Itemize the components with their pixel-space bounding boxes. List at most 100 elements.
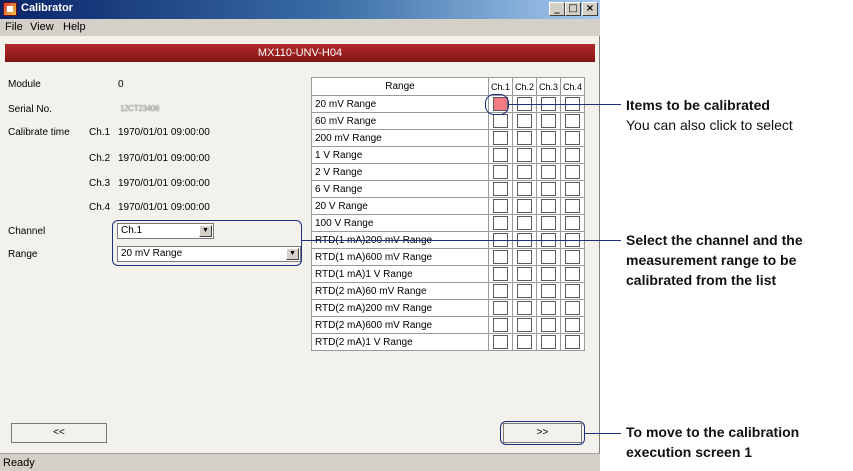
ch2-checkbox[interactable] [517, 284, 532, 298]
ch3-checkbox[interactable] [541, 165, 556, 179]
range-label: Range [8, 249, 38, 260]
channel-cell [512, 333, 537, 351]
ch2-checkbox[interactable] [517, 131, 532, 145]
ch4-checkbox[interactable] [565, 199, 580, 213]
ch2-checkbox[interactable] [517, 216, 532, 230]
channel-cell [488, 146, 513, 164]
minimize-button[interactable]: _ [549, 2, 565, 16]
ch1-checkbox[interactable] [493, 335, 508, 349]
channel-cell [536, 112, 561, 130]
ch1-checkbox[interactable] [493, 199, 508, 213]
calib-ch2-label: Ch.2 [89, 153, 111, 164]
ch3-checkbox[interactable] [541, 148, 556, 162]
channel-cell [488, 112, 513, 130]
ch2-checkbox[interactable] [517, 267, 532, 281]
back-button[interactable]: << [11, 423, 107, 443]
ch4-checkbox[interactable] [565, 318, 580, 332]
channel-cell [536, 163, 561, 181]
ch4-checkbox[interactable] [565, 250, 580, 264]
range-row: 1 V Range [311, 146, 585, 164]
calib-ch3-time: 1970/01/01 09:00:00 [118, 178, 210, 189]
channel-cell [536, 129, 561, 147]
ch3-checkbox[interactable] [541, 250, 556, 264]
range-row-name: 2 V Range [311, 163, 489, 181]
items-annotation-sub: You can also click to select [626, 117, 793, 133]
ch2-checkbox[interactable] [517, 199, 532, 213]
range-table: Range Ch.1 Ch.2 Ch.3 Ch.4 20 mV Range 60 … [311, 77, 585, 351]
channel-cell [560, 214, 585, 232]
range-table-header: Range Ch.1 Ch.2 Ch.3 Ch.4 [311, 77, 585, 96]
channel-cell [560, 146, 585, 164]
ch2-checkbox[interactable] [517, 114, 532, 128]
ch3-checkbox[interactable] [541, 182, 556, 196]
ch2-checkbox[interactable] [517, 335, 532, 349]
ch4-checkbox[interactable] [565, 165, 580, 179]
ch2-checkbox[interactable] [517, 148, 532, 162]
ch1-checkbox[interactable] [493, 148, 508, 162]
ch1-checkbox[interactable] [493, 182, 508, 196]
range-row: 200 mV Range [311, 129, 585, 147]
ch4-checkbox[interactable] [565, 216, 580, 230]
channel-cell [512, 112, 537, 130]
ch2-checkbox[interactable] [517, 182, 532, 196]
ch1-checkbox[interactable] [493, 114, 508, 128]
ch3-checkbox[interactable] [541, 335, 556, 349]
ch3-checkbox[interactable] [541, 114, 556, 128]
ch1-checkbox[interactable] [493, 131, 508, 145]
ch1-checkbox[interactable] [493, 267, 508, 281]
ch2-checkbox[interactable] [517, 165, 532, 179]
ch1-checkbox[interactable] [493, 301, 508, 315]
ch1-checkbox[interactable] [493, 216, 508, 230]
move-annotation: To move to the calibration execution scr… [626, 422, 799, 462]
ch4-checkbox[interactable] [565, 284, 580, 298]
select-annotation: Select the channel and the measurement r… [626, 230, 803, 290]
channel-cell [488, 282, 513, 300]
items-annotation: Items to be calibrated You can also clic… [626, 95, 793, 135]
channel-cell [560, 265, 585, 283]
range-row-name: RTD(2 mA)200 mV Range [311, 299, 489, 317]
menu-help[interactable]: Help [63, 21, 86, 33]
ch4-checkbox[interactable] [565, 131, 580, 145]
menu-bar: File View Help [0, 19, 600, 36]
channel-cell [536, 248, 561, 266]
ch3-checkbox[interactable] [541, 267, 556, 281]
ch4-column-header: Ch.4 [560, 77, 585, 96]
menu-file[interactable]: File [5, 21, 23, 33]
range-row-name: 20 mV Range [311, 95, 489, 113]
ch2-checkbox[interactable] [517, 301, 532, 315]
ch1-checkbox[interactable] [493, 250, 508, 264]
ch4-checkbox[interactable] [565, 182, 580, 196]
ch3-checkbox[interactable] [541, 131, 556, 145]
close-button[interactable]: × [582, 2, 598, 16]
channel-cell [536, 299, 561, 317]
ch1-checkbox[interactable] [493, 284, 508, 298]
channel-cell [488, 299, 513, 317]
channel-cell [488, 214, 513, 232]
maximize-button[interactable]: □ [565, 2, 581, 16]
ch4-checkbox[interactable] [565, 148, 580, 162]
ch2-checkbox[interactable] [517, 318, 532, 332]
move-annotation-line2: execution screen 1 [626, 444, 753, 460]
range-row-name: RTD(1 mA)600 mV Range [311, 248, 489, 266]
ch4-checkbox[interactable] [565, 267, 580, 281]
range-row-name: RTD(2 mA)60 mV Range [311, 282, 489, 300]
module-value: 0 [118, 79, 124, 90]
ch3-checkbox[interactable] [541, 301, 556, 315]
channel-cell [512, 180, 537, 198]
ch4-checkbox[interactable] [565, 301, 580, 315]
ch3-checkbox[interactable] [541, 216, 556, 230]
ch3-checkbox[interactable] [541, 284, 556, 298]
ch4-checkbox[interactable] [565, 114, 580, 128]
channel-cell [560, 316, 585, 334]
ch3-checkbox[interactable] [541, 199, 556, 213]
menu-view[interactable]: View [30, 21, 54, 33]
channel-cell [536, 333, 561, 351]
ch4-checkbox[interactable] [565, 335, 580, 349]
channel-cell [536, 146, 561, 164]
ch3-checkbox[interactable] [541, 318, 556, 332]
ch2-checkbox[interactable] [517, 250, 532, 264]
channel-cell [512, 316, 537, 334]
ch1-checkbox[interactable] [493, 318, 508, 332]
ch1-checkbox[interactable] [493, 165, 508, 179]
calib-ch2-time: 1970/01/01 09:00:00 [118, 153, 210, 164]
